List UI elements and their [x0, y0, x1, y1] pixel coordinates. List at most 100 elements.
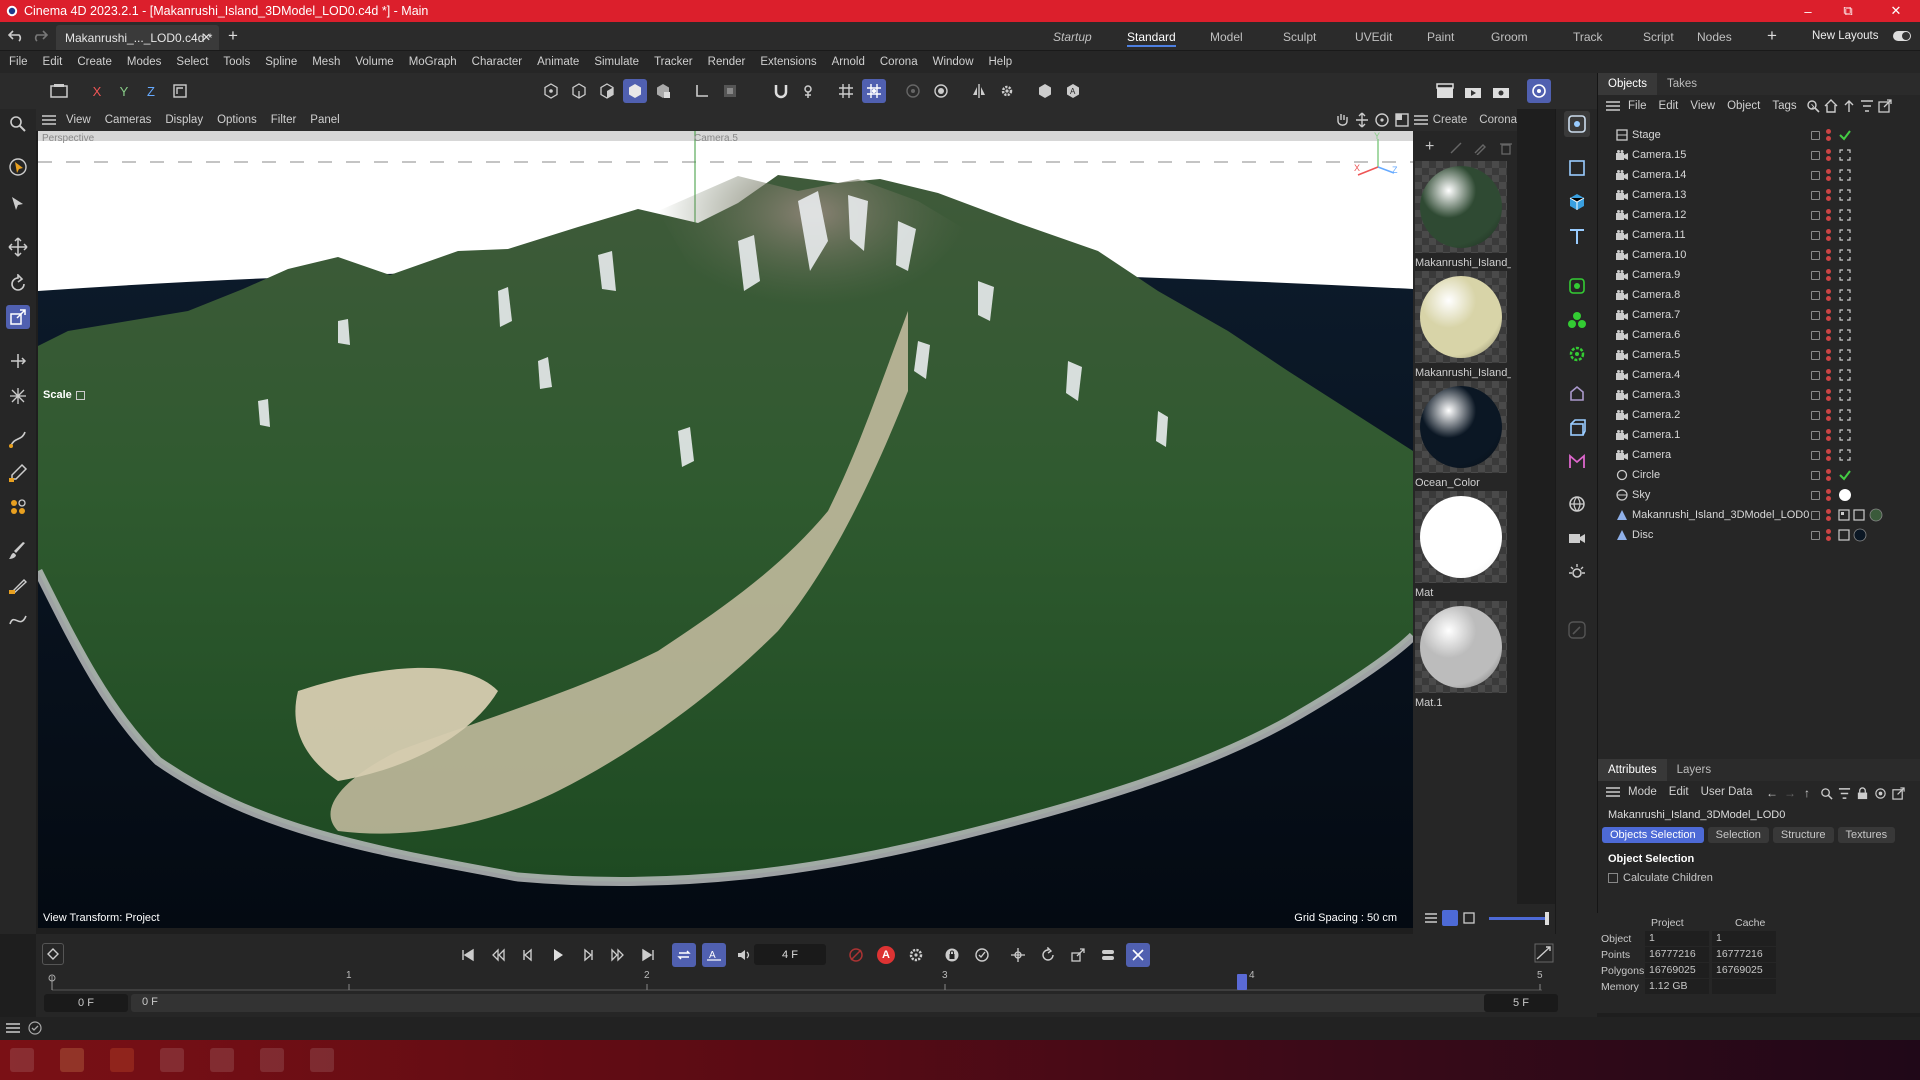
visibility-checkbox[interactable] — [1811, 150, 1820, 160]
workplane-icon[interactable] — [690, 79, 714, 103]
object-menu-tags[interactable]: Tags — [1772, 100, 1796, 112]
settings-target-icon[interactable] — [1874, 787, 1887, 800]
object-row[interactable]: Camera.10 — [1598, 245, 1920, 265]
render-view-icon[interactable] — [929, 79, 953, 103]
transform-icon[interactable] — [6, 349, 30, 373]
visibility-checkbox[interactable] — [1811, 510, 1820, 520]
subtab-structure[interactable]: Structure — [1772, 827, 1834, 843]
render-visibility-dot[interactable] — [1826, 536, 1831, 541]
material-tags-icon[interactable] — [1838, 528, 1868, 542]
editor-visibility-dot[interactable] — [1826, 209, 1831, 214]
object-row[interactable]: Camera.4 — [1598, 365, 1920, 385]
goto-end-icon[interactable] — [636, 943, 660, 967]
dolly-icon[interactable] — [1354, 112, 1370, 128]
render-visibility-dot[interactable] — [1826, 216, 1831, 221]
object-row[interactable]: Camera.13 — [1598, 185, 1920, 205]
layout-tab-groom[interactable]: Groom — [1491, 22, 1528, 51]
axis-y-toggle[interactable]: Y — [112, 79, 136, 103]
render-visibility-dot[interactable] — [1826, 416, 1831, 421]
minimize-button[interactable]: – — [1788, 0, 1828, 22]
render-settings-clapper-icon[interactable] — [1489, 79, 1513, 103]
coordinate-system-icon[interactable] — [168, 79, 192, 103]
menu-character[interactable]: Character — [472, 56, 523, 68]
editor-visibility-dot[interactable] — [1826, 369, 1831, 374]
restore-button[interactable]: ⧉ — [1828, 0, 1868, 22]
layout-tab-sculpt[interactable]: Sculpt — [1283, 22, 1316, 51]
visibility-checkbox[interactable] — [1811, 170, 1820, 180]
timeline-ruler[interactable] — [36, 970, 1597, 992]
edit-material-icon[interactable] — [1449, 141, 1463, 155]
thumbnail-size-slider[interactable] — [1489, 912, 1549, 925]
menu-file[interactable]: File — [9, 56, 28, 68]
lock-icon[interactable] — [1856, 787, 1869, 800]
points-mode-icon[interactable] — [539, 79, 563, 103]
check-tag-icon[interactable] — [1838, 128, 1852, 142]
knife-icon[interactable] — [6, 574, 30, 598]
camera-target-tag-icon[interactable] — [1838, 448, 1852, 462]
menu-select[interactable]: Select — [176, 56, 208, 68]
visibility-checkbox[interactable] — [1811, 490, 1820, 500]
menu-tracker[interactable]: Tracker — [654, 56, 693, 68]
tab-attributes[interactable]: Attributes — [1598, 759, 1667, 781]
goto-start-icon[interactable] — [456, 943, 480, 967]
editor-visibility-dot[interactable] — [1826, 409, 1831, 414]
camera-target-tag-icon[interactable] — [1838, 388, 1852, 402]
editor-visibility-dot[interactable] — [1826, 349, 1831, 354]
key-settings-gear-icon[interactable] — [904, 943, 928, 967]
camera-target-tag-icon[interactable] — [1838, 268, 1852, 282]
visibility-checkbox[interactable] — [1811, 330, 1820, 340]
start-frame-field[interactable]: 0 F — [44, 994, 128, 1012]
render-visibility-dot[interactable] — [1826, 476, 1831, 481]
object-menu-file[interactable]: File — [1628, 100, 1647, 112]
symmetry-icon[interactable] — [967, 79, 991, 103]
material-menu-corona[interactable]: Corona — [1479, 114, 1517, 126]
back-arrow-icon[interactable]: ← — [1766, 786, 1778, 800]
visibility-checkbox[interactable] — [1811, 210, 1820, 220]
grid-snap-icon[interactable] — [834, 79, 858, 103]
visibility-checkbox[interactable] — [1811, 390, 1820, 400]
render-view-clapper-icon[interactable] — [1433, 79, 1457, 103]
render-region-icon[interactable] — [901, 79, 925, 103]
hamburger-menu-icon[interactable] — [1602, 787, 1624, 797]
viewport-menu-panel[interactable]: Panel — [310, 114, 339, 126]
text-icon[interactable] — [1564, 223, 1590, 249]
layout-tab-uvedit[interactable]: UVEdit — [1355, 22, 1392, 51]
hamburger-menu-icon[interactable] — [1602, 101, 1624, 111]
spline-tool-icon[interactable] — [6, 608, 30, 632]
visibility-checkbox[interactable] — [1811, 270, 1820, 280]
material-swatch[interactable]: Makanrushi_Island_3DModel — [1415, 271, 1511, 379]
render-visibility-dot[interactable] — [1826, 316, 1831, 321]
search-icon[interactable] — [1820, 787, 1833, 800]
render-visibility-dot[interactable] — [1826, 176, 1831, 181]
layout-toggle[interactable] — [1893, 31, 1911, 41]
sound-speaker-icon[interactable] — [732, 943, 756, 967]
end-frame-field[interactable]: 5 F — [1484, 994, 1558, 1012]
environment-icon[interactable] — [1564, 491, 1590, 517]
up-arrow-icon[interactable] — [1842, 99, 1856, 113]
visibility-checkbox[interactable] — [1811, 250, 1820, 260]
visibility-checkbox[interactable] — [1811, 130, 1820, 140]
up-arrow-icon[interactable]: ↑ — [1804, 786, 1810, 800]
subtab-textures[interactable]: Textures — [1837, 827, 1896, 843]
object-menu-object[interactable]: Object — [1727, 100, 1760, 112]
light-icon[interactable] — [1564, 559, 1590, 585]
visibility-checkbox[interactable] — [1811, 370, 1820, 380]
camera-target-tag-icon[interactable] — [1838, 208, 1852, 222]
undo-icon[interactable] — [8, 30, 24, 42]
render-visibility-dot[interactable] — [1826, 396, 1831, 401]
material-tags-icon[interactable] — [1838, 508, 1884, 522]
render-visibility-dot[interactable] — [1826, 256, 1831, 261]
attr-menu-user-data[interactable]: User Data — [1701, 786, 1753, 798]
keyframe-diamond-icon[interactable] — [42, 943, 64, 965]
editor-visibility-dot[interactable] — [1826, 229, 1831, 234]
generator-icon[interactable] — [1564, 273, 1590, 299]
taskbar-app-icon[interactable] — [160, 1048, 184, 1072]
camera-target-tag-icon[interactable] — [1838, 248, 1852, 262]
menu-render[interactable]: Render — [708, 56, 746, 68]
autokey-record-button[interactable]: A — [874, 943, 898, 967]
render-to-picture-viewer-icon[interactable] — [1461, 79, 1485, 103]
visibility-checkbox[interactable] — [1811, 350, 1820, 360]
visibility-checkbox[interactable] — [1811, 190, 1820, 200]
preview-range-icon[interactable]: A — [702, 943, 726, 967]
object-row[interactable]: Camera.5 — [1598, 345, 1920, 365]
